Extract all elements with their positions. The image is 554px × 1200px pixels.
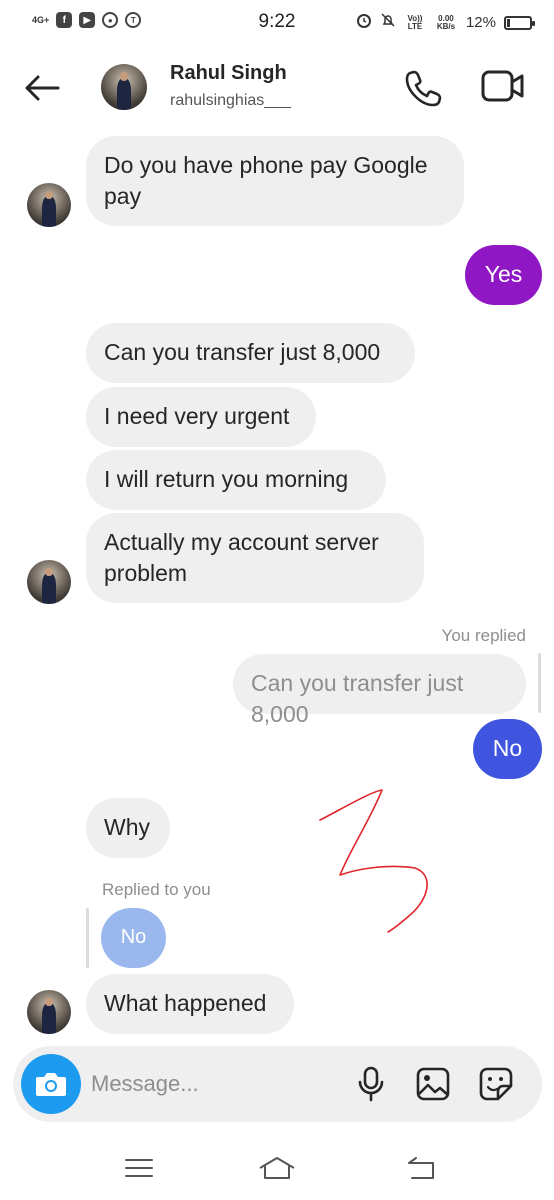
menu-icon <box>125 1159 153 1177</box>
message-text: Why <box>104 814 150 840</box>
reply-indicator-bar <box>538 653 541 713</box>
mute-icon <box>380 12 396 33</box>
battery-percent: 12% <box>465 14 496 31</box>
home-icon <box>259 1157 295 1179</box>
contact-avatar[interactable] <box>101 64 147 110</box>
image-icon <box>416 1067 450 1101</box>
message-text: Actually my account server problem <box>104 529 379 586</box>
outgoing-message[interactable]: Yes <box>465 245 542 305</box>
battery-fill <box>507 18 510 27</box>
contact-name[interactable]: Rahul Singh <box>170 62 287 85</box>
voice-message-button[interactable] <box>351 1064 391 1104</box>
message-composer <box>13 1046 542 1122</box>
incoming-message[interactable]: I will return you morning <box>86 450 386 510</box>
message-text: I need very urgent <box>104 403 290 429</box>
incoming-message[interactable]: Why <box>86 798 170 858</box>
system-nav-bar <box>0 1135 554 1200</box>
status-bar: 4G+ f ▶ ● T 9:22 Vo)) LTE 0.00 KB/s 12% <box>0 0 554 44</box>
camera-icon <box>36 1073 66 1096</box>
outgoing-message[interactable]: No <box>473 719 542 779</box>
message-text: Can you transfer just 8,000 <box>104 339 381 365</box>
incoming-message[interactable]: Do you have phone pay Google pay <box>86 136 464 226</box>
status-bar-right: Vo)) LTE 0.00 KB/s 12% <box>356 12 535 33</box>
message-input[interactable] <box>91 1064 351 1104</box>
gallery-button[interactable] <box>413 1064 453 1104</box>
message-text: No <box>492 735 523 761</box>
incoming-message[interactable]: I need very urgent <box>86 387 316 447</box>
battery-icon <box>504 15 535 30</box>
reply-label: You replied <box>441 626 526 645</box>
video-camera-icon <box>481 70 524 102</box>
quoted-text: No <box>120 926 147 948</box>
sender-avatar[interactable] <box>27 183 71 227</box>
microphone-icon <box>358 1066 384 1102</box>
camera-button[interactable] <box>21 1054 81 1114</box>
phone-icon <box>405 70 442 107</box>
replied-message-quote[interactable]: No <box>101 908 166 968</box>
back-icon <box>408 1157 434 1179</box>
back-nav-button[interactable] <box>396 1151 446 1185</box>
sender-avatar[interactable] <box>27 560 71 604</box>
sender-avatar[interactable] <box>27 990 71 1034</box>
reply-indicator-bar <box>86 908 89 968</box>
incoming-message[interactable]: Can you transfer just 8,000 <box>86 323 415 383</box>
video-call-button[interactable] <box>480 66 530 108</box>
replied-message-quote[interactable]: Can you transfer just 8,000 <box>233 654 526 727</box>
back-button[interactable] <box>20 70 64 106</box>
volte-indicator: Vo)) LTE <box>407 13 423 31</box>
message-thread[interactable]: Do you have phone pay Google pay Yes Can… <box>0 130 554 1040</box>
sticker-icon <box>479 1067 513 1101</box>
sticker-button[interactable] <box>476 1064 516 1104</box>
alarm-icon <box>356 12 372 33</box>
message-text: Yes <box>484 261 523 287</box>
message-text: Do you have phone pay Google pay <box>104 152 428 209</box>
menu-button[interactable] <box>114 1151 164 1185</box>
quoted-text: Can you transfer just 8,000 <box>251 670 464 727</box>
red-scribble-annotation <box>319 789 428 933</box>
reply-label: Replied to you <box>102 880 211 899</box>
chat-header: Rahul Singh rahulsinghias___ <box>0 50 554 130</box>
message-text: I will return you morning <box>104 466 349 492</box>
audio-call-button[interactable] <box>404 68 448 108</box>
incoming-message[interactable]: Actually my account server problem <box>86 513 424 603</box>
message-text: What happened <box>104 990 267 1016</box>
contact-username[interactable]: rahulsinghias___ <box>170 92 291 110</box>
incoming-message[interactable]: What happened <box>86 974 294 1034</box>
home-button[interactable] <box>252 1151 302 1185</box>
network-speed: 0.00 KB/s <box>436 13 456 31</box>
arrow-left-icon <box>25 75 60 101</box>
